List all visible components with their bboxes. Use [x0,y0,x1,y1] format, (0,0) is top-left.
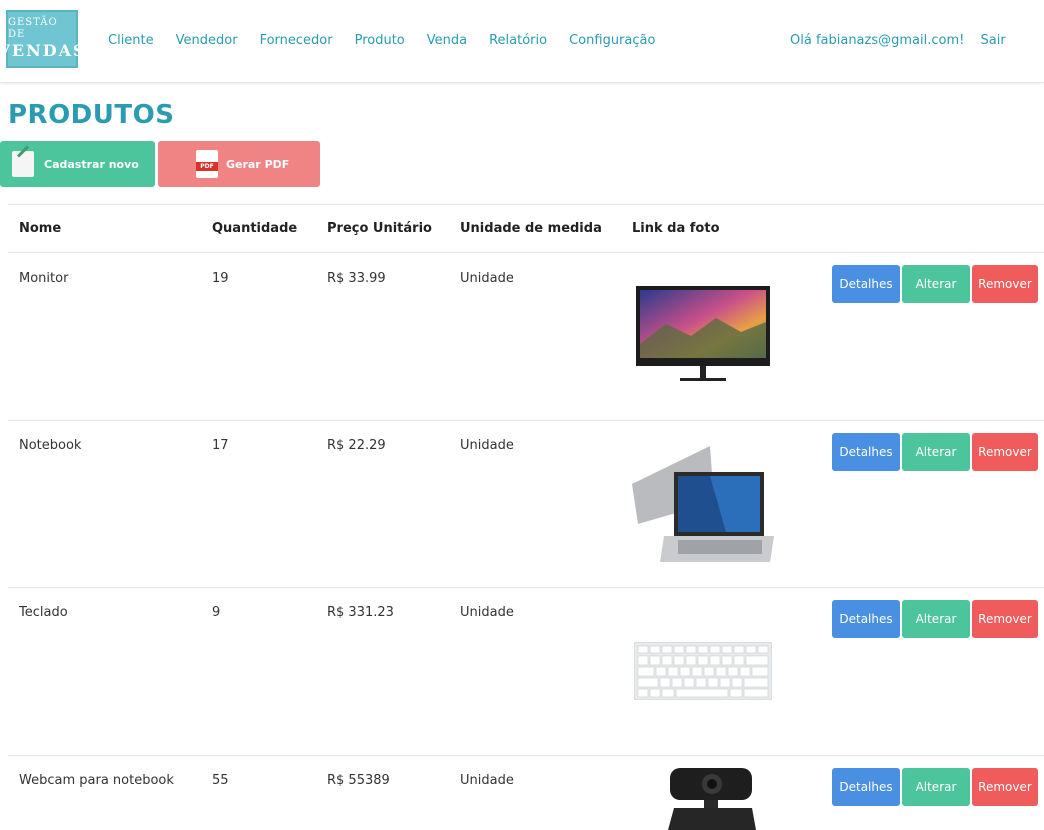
cell-unit: Unidade [460,271,514,286]
nav-cliente[interactable]: Cliente [108,33,154,48]
pdf-file-icon: PDF [196,150,218,178]
header-preco: Preço Unitário [327,221,432,236]
row-divider [8,587,1044,588]
row-divider [8,420,1044,421]
remove-button[interactable]: Remover [972,265,1038,303]
cell-name: Monitor [19,271,69,286]
nav-fornecedor[interactable]: Fornecedor [260,33,333,48]
cell-price: R$ 331.23 [327,605,394,620]
logo-line2: VENDAS [0,41,87,60]
nav-venda[interactable]: Venda [427,33,467,48]
cell-unit: Unidade [460,773,514,788]
details-button[interactable]: Detalhes [832,600,900,638]
header-quantidade: Quantidade [212,221,298,236]
header-unidade: Unidade de medida [460,221,602,236]
remove-button[interactable]: Remover [972,433,1038,471]
header-foto: Link da foto [632,221,720,236]
cell-price: R$ 22.29 [327,438,386,453]
nav-produto[interactable]: Produto [355,33,405,48]
cell-name: Webcam para notebook [19,773,174,788]
header-divider [8,252,1044,253]
remove-button[interactable]: Remover [972,600,1038,638]
details-button[interactable]: Detalhes [832,433,900,471]
page-title: PRODUTOS [8,100,175,130]
nav-relatorio[interactable]: Relatório [489,33,547,48]
logout-link[interactable]: Sair [980,33,1005,48]
generate-pdf-button[interactable]: PDF Gerar PDF [158,141,320,187]
notebook-photo [632,446,774,562]
details-button[interactable]: Detalhes [832,768,900,806]
cell-name: Teclado [19,605,68,620]
cell-unit: Unidade [460,438,514,453]
edit-button[interactable]: Alterar [902,265,970,303]
edit-button[interactable]: Alterar [902,433,970,471]
new-product-label: Cadastrar novo [44,157,139,171]
top-navbar: GESTÃO DE VENDAS Cliente Vendedor Fornec… [0,0,1044,83]
keyboard-photo [634,642,772,700]
cell-price: R$ 33.99 [327,271,386,286]
cell-quantity: 9 [212,605,221,620]
edit-button[interactable]: Alterar [902,768,970,806]
row-divider [8,755,1044,756]
new-product-button[interactable]: Cadastrar novo [0,141,155,187]
table-top-divider [8,204,1044,205]
cell-price: R$ 55389 [327,773,390,788]
nav-vendedor[interactable]: Vendedor [176,33,238,48]
monitor-photo [636,286,770,381]
nav-configuracao[interactable]: Configuração [569,33,655,48]
edit-button[interactable]: Alterar [902,600,970,638]
cell-name: Notebook [19,438,82,453]
remove-button[interactable]: Remover [972,768,1038,806]
main-nav: Cliente Vendedor Fornecedor Produto Vend… [108,33,677,48]
pdf-icon-text: PDF [196,162,218,171]
edit-document-icon [12,151,34,177]
cell-unit: Unidade [460,605,514,620]
cell-quantity: 17 [212,438,229,453]
details-button[interactable]: Detalhes [832,265,900,303]
logo-line1: GESTÃO DE [8,17,58,40]
user-greeting[interactable]: Olá fabianazs@gmail.com! [790,33,964,48]
generate-pdf-label: Gerar PDF [226,157,290,171]
user-area: Olá fabianazs@gmail.com! Sair [790,33,1006,48]
app-logo[interactable]: GESTÃO DE VENDAS [0,10,85,68]
cell-quantity: 55 [212,773,229,788]
header-nome: Nome [19,221,62,236]
cell-quantity: 19 [212,271,229,286]
webcam-photo [668,768,756,830]
